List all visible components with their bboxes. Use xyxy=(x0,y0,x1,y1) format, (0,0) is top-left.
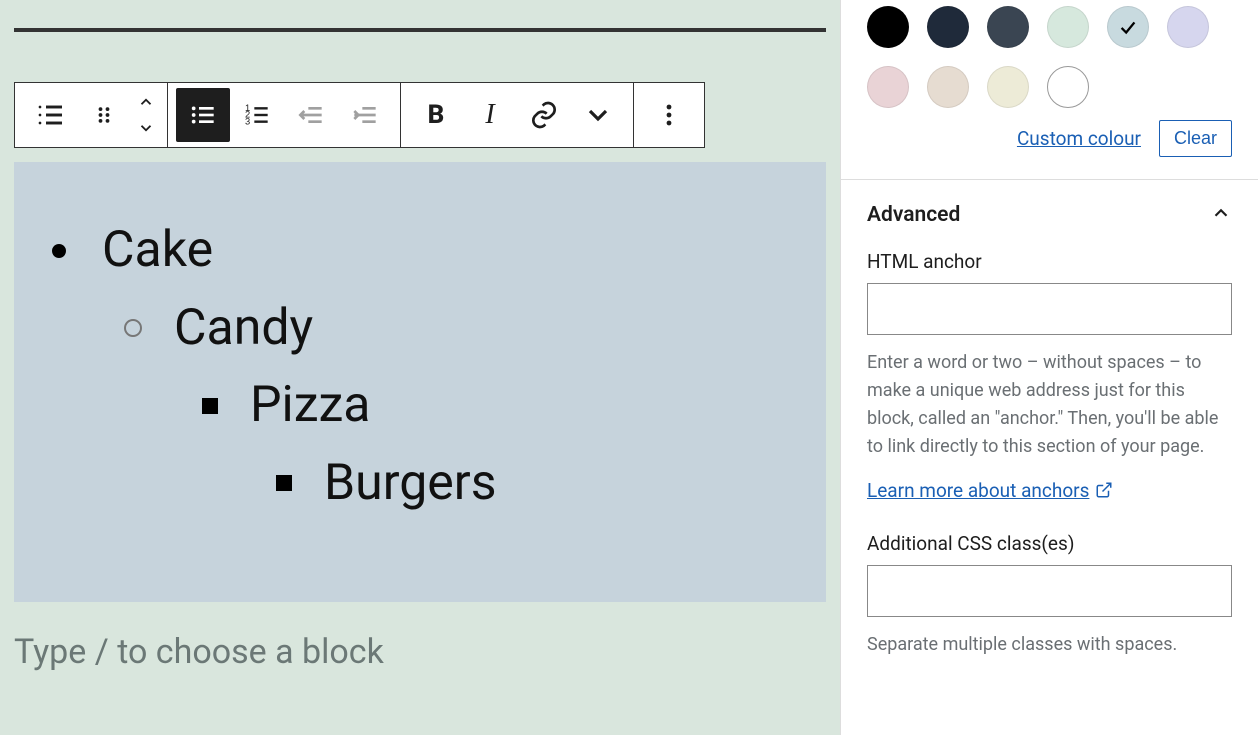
link-button[interactable] xyxy=(517,88,571,142)
color-swatches xyxy=(841,0,1258,120)
editor-canvas[interactable]: 123 B I Cake Candy P xyxy=(0,0,840,735)
move-up-button[interactable] xyxy=(133,89,159,115)
html-anchor-label: HTML anchor xyxy=(867,250,1232,273)
more-richtext-button[interactable] xyxy=(571,88,625,142)
external-link-icon xyxy=(1095,481,1113,499)
bold-button[interactable]: B xyxy=(409,88,463,142)
chevron-up-icon xyxy=(1210,202,1232,228)
list-item-text[interactable]: Cake xyxy=(102,212,213,290)
color-swatch[interactable] xyxy=(1107,6,1149,48)
color-swatch[interactable] xyxy=(1047,66,1089,108)
italic-button[interactable]: I xyxy=(463,88,517,142)
indent-button[interactable] xyxy=(338,88,392,142)
block-options-button[interactable] xyxy=(642,88,696,142)
color-swatch[interactable] xyxy=(927,6,969,48)
list-item-text[interactable]: Burgers xyxy=(324,445,497,523)
custom-colour-link[interactable]: Custom colour xyxy=(1017,127,1141,150)
clear-colour-button[interactable]: Clear xyxy=(1159,120,1232,157)
separator-block xyxy=(14,28,826,32)
advanced-panel-toggle[interactable]: Advanced xyxy=(841,180,1258,250)
ordered-list-button[interactable]: 123 xyxy=(230,88,284,142)
bullet-square-icon xyxy=(202,398,218,414)
color-swatch[interactable] xyxy=(867,6,909,48)
advanced-panel-title: Advanced xyxy=(867,203,960,227)
color-swatch[interactable] xyxy=(867,66,909,108)
list-item-text[interactable]: Candy xyxy=(174,290,313,368)
learn-anchors-text: Learn more about anchors xyxy=(867,479,1089,502)
block-type-list-icon[interactable] xyxy=(23,88,77,142)
css-classes-help: Separate multiple classes with spaces. xyxy=(867,631,1232,659)
css-classes-input[interactable] xyxy=(867,565,1232,617)
color-swatch[interactable] xyxy=(987,66,1029,108)
html-anchor-input[interactable] xyxy=(867,283,1232,335)
bullet-circle-icon xyxy=(124,319,142,337)
color-swatch[interactable] xyxy=(987,6,1029,48)
list-block[interactable]: Cake Candy Pizza Burgers xyxy=(14,162,826,602)
block-appender-placeholder[interactable]: Type / to choose a block xyxy=(14,632,826,672)
unordered-list-button[interactable] xyxy=(176,88,230,142)
outdent-button[interactable] xyxy=(284,88,338,142)
move-down-button[interactable] xyxy=(133,115,159,141)
block-toolbar: 123 B I xyxy=(14,82,705,148)
color-swatch[interactable] xyxy=(1047,6,1089,48)
html-anchor-help: Enter a word or two – without spaces – t… xyxy=(867,349,1232,461)
learn-anchors-link[interactable]: Learn more about anchors xyxy=(867,479,1113,502)
list-item-text[interactable]: Pizza xyxy=(250,367,371,445)
color-swatch[interactable] xyxy=(927,66,969,108)
color-swatch[interactable] xyxy=(1167,6,1209,48)
svg-text:3: 3 xyxy=(245,116,250,126)
settings-sidebar: Custom colour Clear Advanced HTML anchor… xyxy=(840,0,1258,735)
bullet-square-icon xyxy=(276,475,292,491)
css-classes-label: Additional CSS class(es) xyxy=(867,532,1232,555)
drag-handle-icon[interactable] xyxy=(77,88,131,142)
bullet-disc-icon xyxy=(52,244,66,258)
